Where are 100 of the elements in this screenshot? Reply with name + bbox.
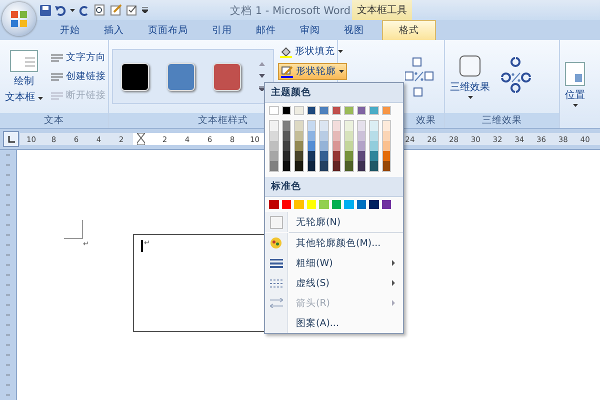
color-swatch[interactable] (320, 141, 328, 151)
position-button[interactable]: 位置 (563, 60, 587, 108)
ribbon-tab[interactable]: 视图 (332, 20, 376, 40)
color-swatch[interactable] (370, 151, 378, 161)
color-swatch[interactable] (308, 161, 315, 171)
color-swatch[interactable] (358, 121, 365, 131)
color-swatch[interactable] (370, 161, 378, 171)
save-icon[interactable] (40, 4, 51, 16)
color-swatch[interactable] (358, 141, 365, 151)
scroll-down-icon[interactable] (259, 74, 265, 78)
color-swatch[interactable] (382, 121, 390, 131)
color-swatch[interactable] (295, 131, 302, 141)
ribbon-tab[interactable]: 审阅 (288, 20, 332, 40)
color-swatch[interactable] (308, 151, 315, 161)
color-swatch[interactable] (294, 200, 304, 209)
color-swatch[interactable] (319, 106, 328, 115)
color-swatch[interactable] (269, 200, 278, 209)
color-swatch[interactable] (382, 161, 390, 171)
ribbon-tab[interactable]: 引用 (200, 20, 244, 40)
redo-icon[interactable] (79, 4, 90, 16)
color-swatch[interactable] (270, 131, 278, 141)
color-swatch[interactable] (344, 106, 354, 115)
color-swatch[interactable] (282, 141, 290, 151)
color-swatch[interactable] (332, 200, 341, 209)
color-swatch[interactable] (282, 131, 290, 141)
color-swatch[interactable] (308, 131, 315, 141)
color-swatch[interactable] (370, 141, 378, 151)
color-swatch[interactable] (345, 121, 352, 131)
color-swatch[interactable] (382, 106, 391, 115)
color-swatch[interactable] (345, 131, 352, 141)
color-swatch[interactable] (270, 161, 278, 171)
color-swatch[interactable] (282, 161, 290, 171)
edit-document-icon[interactable] (110, 4, 122, 16)
menu-item[interactable]: 其他轮廓颜色(M)... (265, 233, 403, 253)
undo-icon[interactable] (55, 4, 66, 16)
color-swatch[interactable] (332, 131, 340, 141)
color-swatch[interactable] (320, 161, 328, 171)
color-swatch[interactable] (295, 121, 302, 131)
color-swatch[interactable] (369, 106, 378, 115)
color-swatch[interactable] (320, 121, 328, 131)
color-swatch[interactable] (270, 121, 278, 131)
color-swatch[interactable] (382, 131, 390, 141)
color-swatch[interactable] (282, 151, 290, 161)
ribbon-tab[interactable]: 插入 (92, 20, 136, 40)
color-swatch[interactable] (382, 200, 391, 209)
color-swatch[interactable] (345, 161, 352, 171)
color-swatch[interactable] (332, 106, 341, 115)
checkbox-document-icon[interactable] (126, 4, 138, 16)
color-swatch[interactable] (332, 151, 340, 161)
color-swatch[interactable] (295, 141, 302, 151)
color-swatch[interactable] (269, 106, 278, 115)
color-swatch[interactable] (370, 131, 378, 141)
more-styles-icon[interactable] (259, 86, 265, 91)
color-swatch[interactable] (358, 131, 365, 141)
color-swatch[interactable] (358, 161, 365, 171)
3d-effects-button[interactable]: 三维效果 (448, 52, 492, 101)
color-swatch[interactable] (294, 106, 304, 115)
color-swatch[interactable] (382, 141, 390, 151)
draw-text-box-button[interactable]: 绘制 文本框 (3, 48, 46, 106)
color-swatch[interactable] (356, 200, 366, 209)
color-swatch[interactable] (320, 151, 328, 161)
ribbon-tab[interactable]: 格式 (382, 20, 436, 40)
ribbon-tab[interactable]: 开始 (48, 20, 92, 40)
style-swatch[interactable] (213, 62, 241, 90)
ribbon-button[interactable]: 创建链接 (49, 69, 108, 84)
shape-outline-button[interactable]: 形状轮廓 (278, 63, 347, 80)
ribbon-tab[interactable]: 邮件 (244, 20, 288, 40)
color-swatch[interactable] (308, 121, 315, 131)
color-swatch[interactable] (282, 200, 291, 209)
ribbon-tab[interactable]: 页面布局 (136, 20, 200, 40)
color-swatch[interactable] (345, 141, 352, 151)
tab-stop-selector[interactable] (3, 131, 19, 147)
color-swatch[interactable] (308, 141, 315, 151)
shape-fill-button[interactable]: 形状填充 (278, 44, 347, 59)
color-swatch[interactable] (332, 121, 340, 131)
color-swatch[interactable] (270, 151, 278, 161)
color-swatch[interactable] (332, 141, 340, 151)
color-swatch[interactable] (306, 106, 316, 115)
scroll-up-icon[interactable] (259, 62, 265, 66)
style-swatch[interactable] (121, 62, 149, 90)
color-swatch[interactable] (319, 200, 328, 209)
ribbon-button[interactable]: 文字方向 (49, 50, 108, 65)
style-swatch[interactable] (167, 62, 195, 90)
color-swatch[interactable] (295, 151, 302, 161)
color-swatch[interactable] (369, 200, 378, 209)
color-swatch[interactable] (332, 161, 340, 171)
color-swatch[interactable] (345, 151, 352, 161)
color-swatch[interactable] (356, 106, 366, 115)
color-swatch[interactable] (282, 106, 291, 115)
print-preview-icon[interactable] (94, 4, 106, 16)
color-swatch[interactable] (282, 121, 290, 131)
color-swatch[interactable] (370, 121, 378, 131)
color-swatch[interactable] (382, 151, 390, 161)
color-swatch[interactable] (295, 161, 302, 171)
color-swatch[interactable] (344, 200, 354, 209)
indent-marker-icon[interactable] (136, 133, 144, 145)
customize-toolbar-icon[interactable] (142, 7, 148, 13)
color-swatch[interactable] (358, 151, 365, 161)
color-swatch[interactable] (306, 200, 316, 209)
color-swatch[interactable] (270, 141, 278, 151)
